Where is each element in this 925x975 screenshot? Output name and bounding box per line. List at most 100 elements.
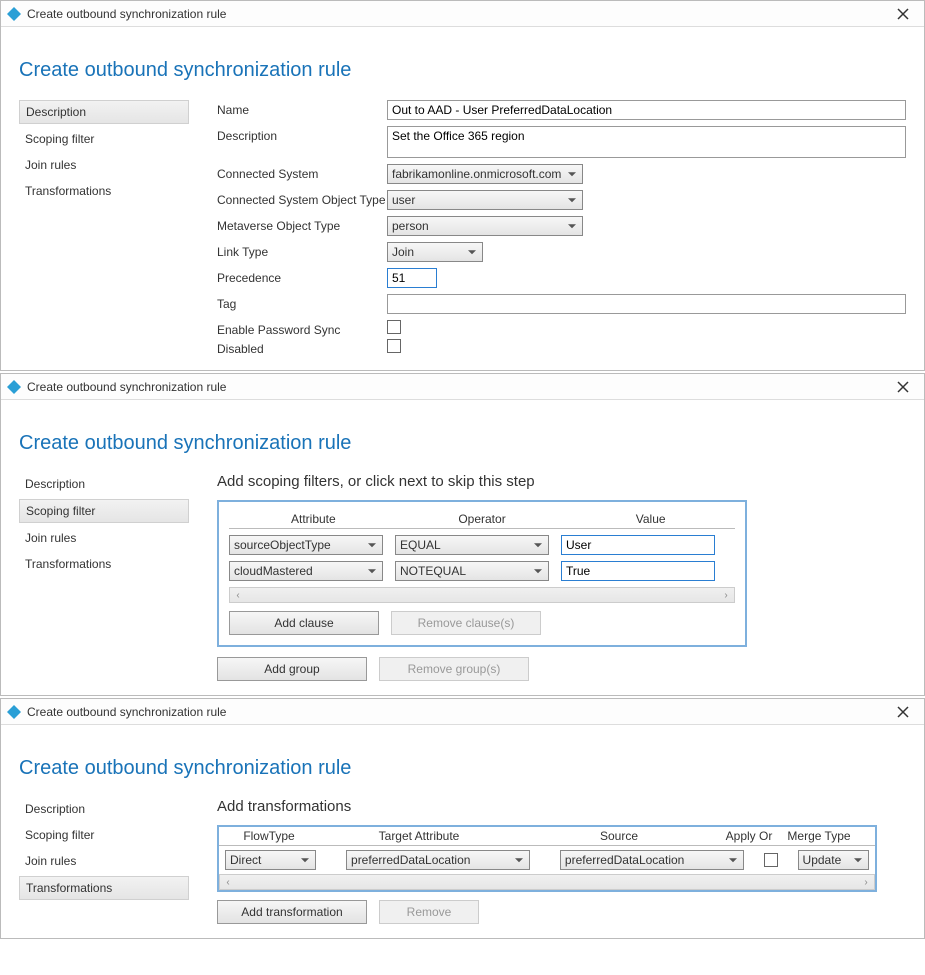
description-input[interactable]: Set the Office 365 region xyxy=(387,126,906,158)
sidebar-item-transformations[interactable]: Transformations xyxy=(19,180,189,202)
source-value: preferredDataLocation xyxy=(565,853,684,867)
sidebar-item-description[interactable]: Description xyxy=(19,473,189,495)
link-type-label: Link Type xyxy=(217,242,387,259)
col-flowtype: FlowType xyxy=(219,829,319,843)
close-button[interactable] xyxy=(888,4,918,24)
horizontal-scrollbar[interactable]: ‹ › xyxy=(219,874,875,890)
apply-once-checkbox[interactable] xyxy=(764,853,778,867)
form-area: Name Description Set the Office 365 regi… xyxy=(217,100,906,356)
tag-input[interactable] xyxy=(387,294,906,314)
sidebar-item-transformations[interactable]: Transformations xyxy=(19,876,189,900)
precedence-input[interactable] xyxy=(387,268,437,288)
connected-system-value: fabrikamonline.onmicrosoft.com xyxy=(392,167,561,181)
wizard-panel-scoping: Create outbound synchronization rule Cre… xyxy=(0,373,925,696)
sidebar-item-label: Scoping filter xyxy=(26,504,95,518)
source-select[interactable]: preferredDataLocation xyxy=(560,850,744,870)
close-button[interactable] xyxy=(888,702,918,722)
scoping-area: Add scoping filters, or click next to sk… xyxy=(217,473,877,681)
sidebar-item-description[interactable]: Description xyxy=(19,798,189,820)
connected-system-select[interactable]: fabrikamonline.onmicrosoft.com xyxy=(387,164,583,184)
scroll-right-icon[interactable]: › xyxy=(858,875,874,889)
operator-select[interactable]: NOTEQUAL xyxy=(395,561,549,581)
clause-row: sourceObjectType EQUAL xyxy=(229,535,735,555)
scoping-group-box: Attribute Operator Value sourceObjectTyp… xyxy=(217,500,747,647)
transformations-area: Add transformations FlowType Target Attr… xyxy=(217,798,877,924)
add-clause-button[interactable]: Add clause xyxy=(229,611,379,635)
flowtype-select[interactable]: Direct xyxy=(225,850,316,870)
target-attribute-value: preferredDataLocation xyxy=(351,853,470,867)
titlebar: Create outbound synchronization rule xyxy=(1,699,924,725)
transformation-row: Direct preferredDataLocation preferredDa… xyxy=(219,846,875,870)
value-input[interactable] xyxy=(561,561,715,581)
password-sync-label: Enable Password Sync xyxy=(217,320,387,337)
app-icon xyxy=(7,380,21,394)
titlebar: Create outbound synchronization rule xyxy=(1,1,924,27)
remove-transformation-button[interactable]: Remove xyxy=(379,900,479,924)
name-input[interactable] xyxy=(387,100,906,120)
attribute-value: sourceObjectType xyxy=(234,538,331,552)
mv-object-type-select[interactable]: person xyxy=(387,216,583,236)
cs-object-type-label: Connected System Object Type xyxy=(217,190,387,207)
transformation-grid: FlowType Target Attribute Source Apply O… xyxy=(217,825,877,892)
sidebar-item-label: Transformations xyxy=(25,184,111,198)
horizontal-scrollbar[interactable]: ‹ › xyxy=(229,587,735,603)
wizard-sidebar: Description Scoping filter Join rules Tr… xyxy=(19,473,189,681)
col-target: Target Attribute xyxy=(319,829,519,843)
wizard-sidebar: Description Scoping filter Join rules Tr… xyxy=(19,798,189,924)
sidebar-item-transformations[interactable]: Transformations xyxy=(19,553,189,575)
sidebar-item-joinrules[interactable]: Join rules xyxy=(19,850,189,872)
precedence-label: Precedence xyxy=(217,268,387,285)
sidebar-item-label: Scoping filter xyxy=(25,828,94,842)
operator-select[interactable]: EQUAL xyxy=(395,535,549,555)
window-title: Create outbound synchronization rule xyxy=(27,7,888,21)
sidebar-item-label: Join rules xyxy=(25,158,76,172)
sidebar-item-label: Description xyxy=(25,477,85,491)
value-input[interactable] xyxy=(561,535,715,555)
attribute-select[interactable]: sourceObjectType xyxy=(229,535,383,555)
sidebar-item-label: Scoping filter xyxy=(25,132,94,146)
link-type-select[interactable]: Join xyxy=(387,242,483,262)
col-applyonce: Apply Or xyxy=(719,829,779,843)
scroll-left-icon[interactable]: ‹ xyxy=(230,588,246,602)
merge-type-select[interactable]: Update xyxy=(798,850,869,870)
sidebar-item-joinrules[interactable]: Join rules xyxy=(19,154,189,176)
sidebar-item-scoping[interactable]: Scoping filter xyxy=(19,499,189,523)
add-transformation-button[interactable]: Add transformation xyxy=(217,900,367,924)
connected-system-label: Connected System xyxy=(217,164,387,181)
page-title: Create outbound synchronization rule xyxy=(19,59,906,82)
add-group-button[interactable]: Add group xyxy=(217,657,367,681)
attribute-value: cloudMastered xyxy=(234,564,313,578)
sidebar-item-label: Transformations xyxy=(26,881,112,895)
window-title: Create outbound synchronization rule xyxy=(27,380,888,394)
sidebar-item-scoping[interactable]: Scoping filter xyxy=(19,824,189,846)
close-button[interactable] xyxy=(888,377,918,397)
flowtype-value: Direct xyxy=(230,853,261,867)
cs-object-type-select[interactable]: user xyxy=(387,190,583,210)
disabled-checkbox[interactable] xyxy=(387,339,401,353)
scroll-left-icon[interactable]: ‹ xyxy=(220,875,236,889)
password-sync-checkbox[interactable] xyxy=(387,320,401,334)
sidebar-item-label: Description xyxy=(26,105,86,119)
titlebar: Create outbound synchronization rule xyxy=(1,374,924,400)
cs-object-type-value: user xyxy=(392,193,415,207)
sidebar-item-scoping[interactable]: Scoping filter xyxy=(19,128,189,150)
col-operator: Operator xyxy=(398,512,567,526)
sidebar-item-description[interactable]: Description xyxy=(19,100,189,124)
disabled-label: Disabled xyxy=(217,339,387,356)
operator-value: EQUAL xyxy=(400,538,441,552)
attribute-select[interactable]: cloudMastered xyxy=(229,561,383,581)
sidebar-item-joinrules[interactable]: Join rules xyxy=(19,527,189,549)
target-attribute-select[interactable]: preferredDataLocation xyxy=(346,850,530,870)
sidebar-item-label: Description xyxy=(25,802,85,816)
scoping-heading: Add scoping filters, or click next to sk… xyxy=(217,473,877,490)
col-value: Value xyxy=(566,512,735,526)
scroll-right-icon[interactable]: › xyxy=(718,588,734,602)
col-attribute: Attribute xyxy=(229,512,398,526)
sidebar-item-label: Join rules xyxy=(25,531,76,545)
remove-clause-button[interactable]: Remove clause(s) xyxy=(391,611,541,635)
remove-group-button[interactable]: Remove group(s) xyxy=(379,657,529,681)
description-label: Description xyxy=(217,126,387,143)
name-label: Name xyxy=(217,100,387,117)
col-mergetype: Merge Type xyxy=(779,829,859,843)
wizard-sidebar: Description Scoping filter Join rules Tr… xyxy=(19,100,189,356)
